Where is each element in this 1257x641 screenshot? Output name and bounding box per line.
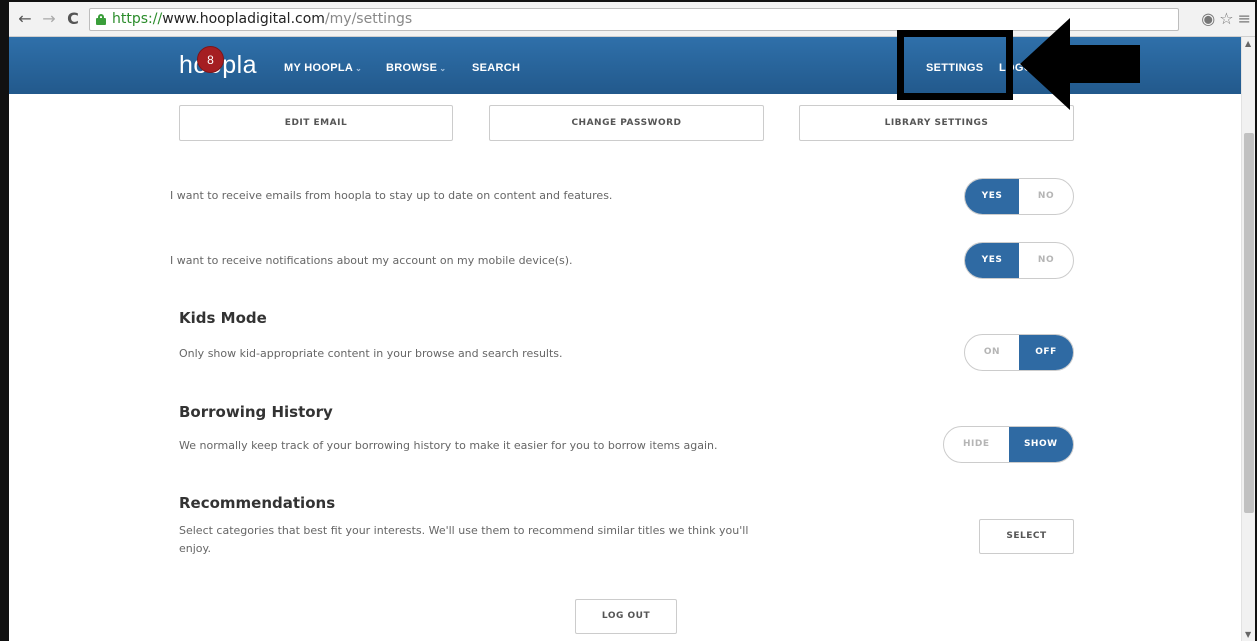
recommendations-desc-line-2: enjoy.: [179, 542, 211, 555]
kids-mode-title: Kids Mode: [179, 309, 267, 327]
annotation-arrow-icon: [1020, 18, 1140, 110]
notification-pref-toggle[interactable]: YES NO: [964, 242, 1074, 279]
kids-mode-desc: Only show kid-appropriate content in you…: [179, 347, 563, 360]
url-host: www.hoopladigital.com: [162, 11, 325, 27]
borrowing-history-desc: We normally keep track of your borrowing…: [179, 439, 718, 452]
recommendations-desc: Select categories that best fit your int…: [179, 522, 748, 558]
nav-my-hoopla[interactable]: MY HOOPLA ⌄: [284, 62, 362, 74]
edit-email-button[interactable]: EDIT EMAIL: [179, 105, 453, 141]
nav-search[interactable]: SEARCH: [472, 62, 520, 74]
url-path: /my/settings: [324, 11, 413, 27]
frame-border-left: [0, 0, 9, 641]
notification-yes-option[interactable]: YES: [965, 243, 1019, 278]
bookmark-star-icon[interactable]: ☆: [1219, 9, 1233, 28]
email-pref-toggle[interactable]: YES NO: [964, 178, 1074, 215]
notification-no-option[interactable]: NO: [1019, 243, 1073, 278]
recommendations-title: Recommendations: [179, 494, 336, 512]
select-categories-button[interactable]: SELECT: [979, 519, 1074, 554]
browser-action-icons: ◉ ☆ ≡: [1197, 9, 1251, 28]
page-scrollbar[interactable]: ▲ ▼: [1241, 37, 1255, 641]
email-no-option[interactable]: NO: [1019, 179, 1073, 214]
email-pref-label: I want to receive emails from hoopla to …: [170, 189, 613, 202]
notification-pref-label: I want to receive notifications about my…: [170, 254, 573, 267]
nav-browse-label: BROWSE: [386, 62, 438, 74]
kids-mode-toggle[interactable]: ON OFF: [964, 334, 1074, 371]
reload-icon[interactable]: C: [63, 9, 83, 29]
scrollbar-thumb[interactable]: [1244, 133, 1254, 513]
nav-browse[interactable]: BROWSE ⌄: [386, 62, 446, 74]
menu-icon[interactable]: ≡: [1238, 9, 1251, 28]
back-arrow-icon[interactable]: ←: [15, 9, 35, 29]
url-scheme: https://: [112, 11, 163, 27]
chevron-down-icon: ⌄: [355, 64, 363, 73]
lock-icon: [96, 14, 106, 25]
nav-my-hoopla-label: MY HOOPLA: [284, 62, 354, 74]
kids-mode-off-option[interactable]: OFF: [1019, 335, 1073, 370]
annotation-highlight-box: [897, 30, 1013, 100]
address-bar[interactable]: https://www.hoopladigital.com/my/setting…: [89, 8, 1179, 31]
notification-badge[interactable]: 8: [197, 46, 224, 73]
email-yes-option[interactable]: YES: [965, 179, 1019, 214]
recommendations-desc-line-1: Select categories that best fit your int…: [179, 524, 749, 537]
library-settings-button[interactable]: LIBRARY SETTINGS: [799, 105, 1074, 141]
scroll-up-arrow-icon[interactable]: ▲: [1245, 39, 1251, 48]
kids-mode-on-option[interactable]: ON: [965, 335, 1019, 370]
borrowing-history-toggle[interactable]: HIDE SHOW: [943, 426, 1074, 463]
change-password-button[interactable]: CHANGE PASSWORD: [489, 105, 764, 141]
scroll-down-arrow-icon[interactable]: ▼: [1245, 630, 1251, 639]
log-out-button[interactable]: LOG OUT: [575, 599, 677, 634]
location-icon[interactable]: ◉: [1201, 9, 1215, 28]
borrowing-hide-option[interactable]: HIDE: [944, 427, 1009, 462]
borrowing-history-title: Borrowing History: [179, 403, 333, 421]
chevron-down-icon: ⌄: [439, 64, 447, 73]
forward-arrow-icon[interactable]: →: [39, 9, 59, 29]
borrowing-show-option[interactable]: SHOW: [1008, 427, 1073, 462]
